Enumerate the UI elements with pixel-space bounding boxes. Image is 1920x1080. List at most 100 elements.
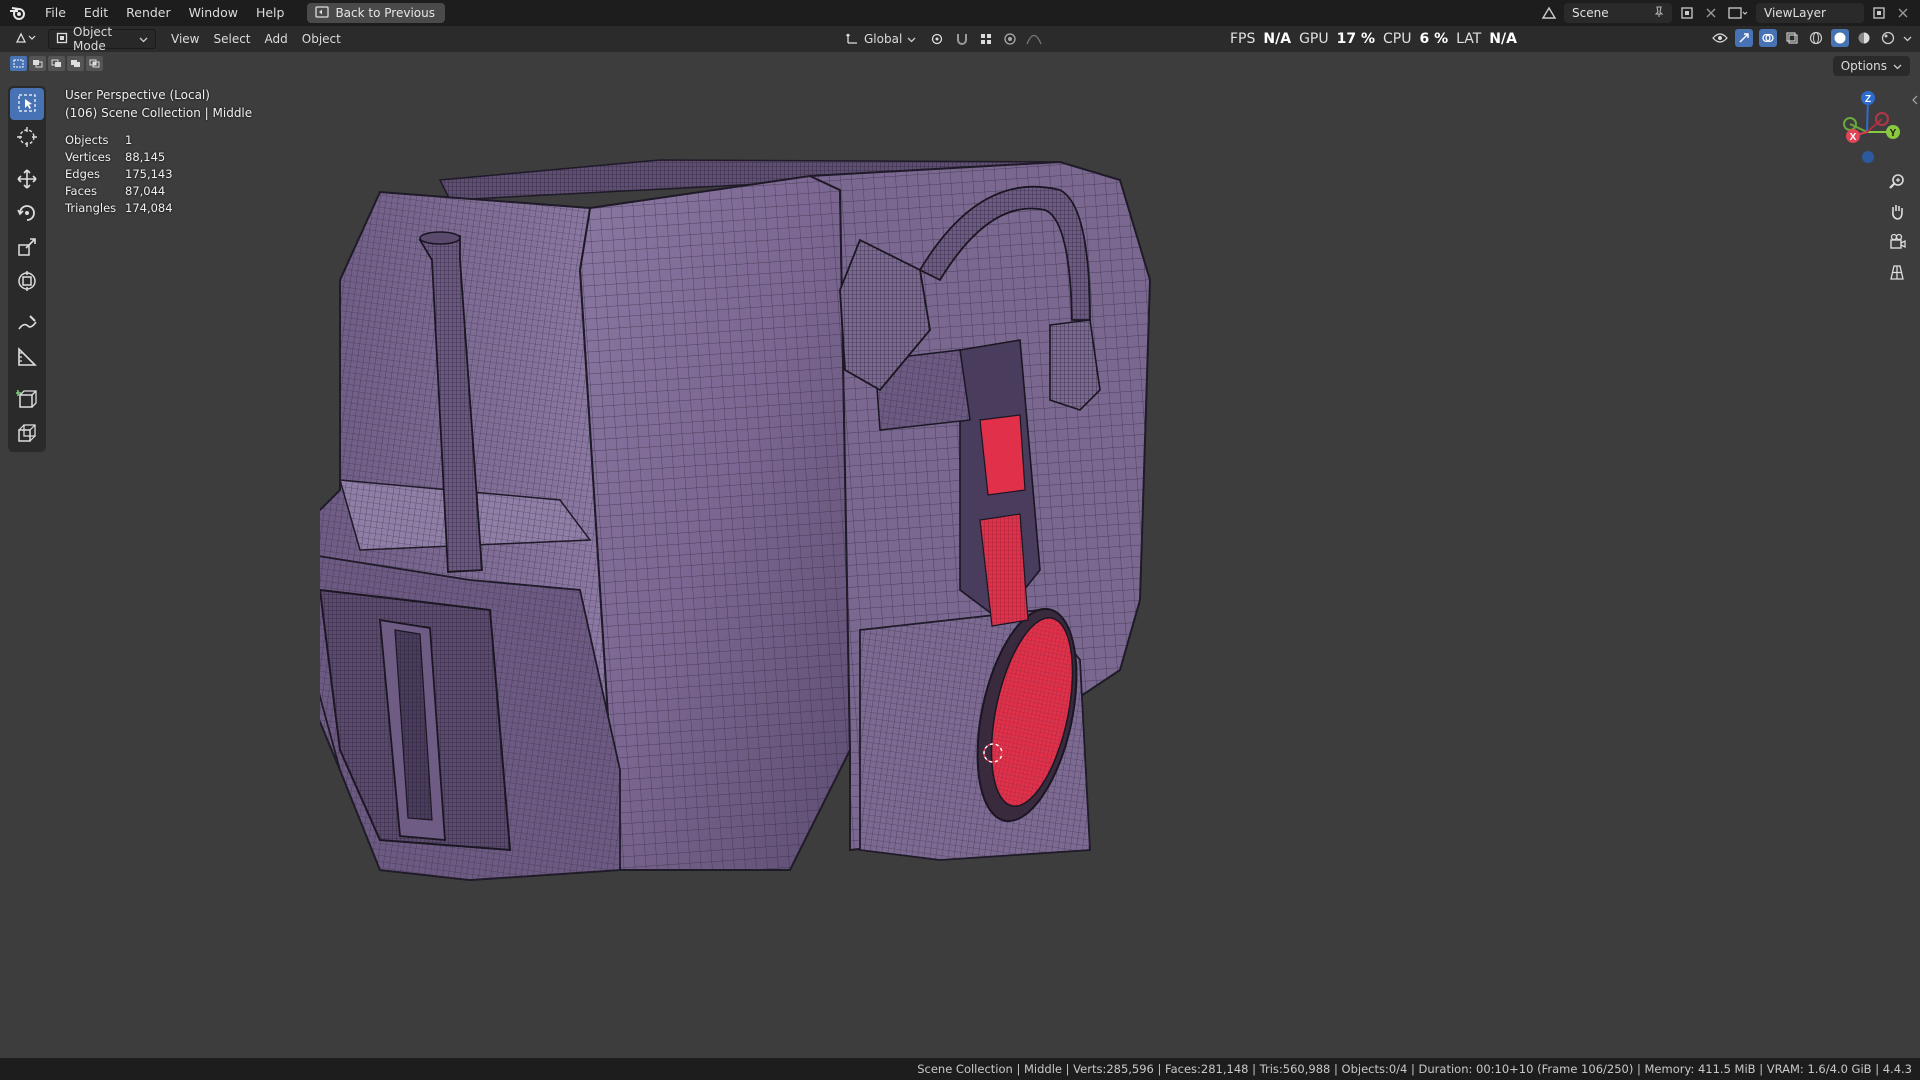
solid-shading-icon[interactable] (1831, 29, 1849, 47)
rendered-shading-icon[interactable] (1879, 29, 1897, 47)
gizmo-x-label: X (1850, 132, 1857, 143)
snap-magnet-icon[interactable] (953, 30, 971, 48)
scene-icon[interactable] (1540, 4, 1558, 22)
extrude-cube-icon (16, 422, 38, 447)
menu-window[interactable]: Window (180, 0, 247, 26)
menu-view[interactable]: View (164, 29, 206, 49)
camera-view-icon[interactable] (1884, 230, 1910, 254)
wireframe-shading-icon[interactable] (1807, 29, 1825, 47)
menu-select[interactable]: Select (206, 29, 257, 49)
stat-label: Edges (65, 167, 100, 181)
menu-render[interactable]: Render (117, 0, 180, 26)
editor-type-icon (15, 31, 37, 48)
fps-label: FPS (1230, 31, 1256, 47)
annotate-tool[interactable] (10, 308, 44, 340)
pivot-point-icon[interactable] (929, 30, 947, 48)
status-info: Scene Collection | Middle | Verts:285,59… (917, 1062, 1912, 1076)
snap-increment-icon[interactable] (977, 30, 995, 48)
menu-file[interactable]: File (36, 0, 75, 26)
navigation-gizmo[interactable]: Z Y X (1830, 84, 1910, 174)
gizmo-y-label: Y (1890, 128, 1897, 139)
stat-value: 1 (125, 133, 133, 147)
menu-edit[interactable]: Edit (75, 0, 117, 26)
transform-orientation-selector[interactable]: Global (838, 29, 923, 49)
toolbar-divider (10, 156, 44, 162)
select-subtract-icon[interactable] (48, 56, 65, 71)
chevron-down-icon (907, 32, 916, 46)
editor-type-button[interactable] (8, 29, 44, 49)
cpu-label: CPU (1383, 31, 1412, 47)
cursor-tool[interactable] (10, 122, 44, 154)
menu-help[interactable]: Help (247, 0, 294, 26)
viewport-navigation-buttons (1884, 170, 1910, 284)
transform-tool[interactable] (10, 266, 44, 298)
overlays-icon[interactable] (1759, 29, 1777, 47)
perspective-grid-icon[interactable] (1884, 260, 1910, 284)
top-menu-bar: File Edit Render Window Help Back to Pre… (0, 0, 1920, 26)
scale-tool[interactable] (10, 232, 44, 264)
mesh-object[interactable] (278, 150, 1340, 910)
options-dropdown[interactable]: Options (1832, 56, 1910, 76)
viewlayer-icon[interactable] (1726, 4, 1750, 22)
scene-statistics: Objects 1 Vertices 88,145 Edges 175,143 … (65, 132, 252, 217)
select-new-icon[interactable] (10, 56, 27, 71)
viewport-info-overlay: User Perspective (Local) (106) Scene Col… (65, 86, 252, 217)
chevron-down-icon (1893, 59, 1902, 73)
menu-object[interactable]: Object (295, 29, 348, 49)
gpu-label: GPU (1299, 31, 1329, 47)
gizmo-toggle-icon[interactable] (1735, 29, 1753, 47)
viewlayer-selector[interactable]: ViewLayer (1756, 3, 1864, 23)
add-cube-icon (15, 388, 38, 413)
stat-value: 87,044 (125, 184, 166, 198)
stat-value: 88,145 (125, 150, 166, 164)
viewport-header: Object Mode View Select Add Object Globa… (0, 25, 1920, 53)
extrude-tool[interactable] (10, 418, 44, 450)
stat-label: Objects (65, 133, 109, 147)
stat-label: Faces (65, 184, 97, 198)
lat-value: N/A (1489, 31, 1517, 47)
scene-name: Scene (1572, 6, 1609, 20)
move-icon (16, 168, 38, 193)
lat-label: LAT (1456, 31, 1482, 47)
add-cube-tool[interactable] (10, 384, 44, 416)
blender-logo-icon[interactable] (0, 0, 36, 26)
sidebar-toggle-chevron-icon[interactable] (1912, 94, 1918, 108)
menu-add[interactable]: Add (258, 29, 295, 49)
toolbar-divider (10, 300, 44, 306)
falloff-curve-icon[interactable] (1025, 30, 1043, 48)
delete-viewlayer-icon[interactable] (1894, 4, 1912, 22)
pin-icon[interactable] (1654, 6, 1664, 21)
gizmo-z-label: Z (1865, 94, 1871, 105)
orientation-icon (845, 31, 859, 48)
status-bar: Scene Collection | Middle | Verts:285,59… (0, 1058, 1920, 1080)
back-to-previous-label: Back to Previous (335, 6, 435, 20)
xray-toggle-icon[interactable] (1783, 29, 1801, 47)
mode-selector[interactable]: Object Mode (48, 25, 156, 53)
delete-scene-icon[interactable] (1702, 4, 1720, 22)
select-extend-icon[interactable] (29, 56, 46, 71)
material-shading-icon[interactable] (1855, 29, 1873, 47)
rotate-tool[interactable] (10, 198, 44, 230)
visibility-eye-icon[interactable] (1711, 29, 1729, 47)
select-invert-icon[interactable] (67, 56, 84, 71)
scene-selector[interactable]: Scene (1564, 3, 1672, 23)
collection-label: (106) Scene Collection | Middle (65, 106, 253, 120)
back-to-previous-button[interactable]: Back to Previous (307, 3, 445, 23)
viewlayer-name: ViewLayer (1764, 6, 1826, 20)
select-intersect-icon[interactable] (86, 56, 103, 71)
new-viewlayer-icon[interactable] (1870, 4, 1888, 22)
new-scene-icon[interactable] (1678, 4, 1696, 22)
chevron-down-icon[interactable] (1903, 31, 1912, 45)
selection-mode-buttons (10, 56, 103, 71)
measure-tool[interactable] (10, 342, 44, 374)
zoom-magnifier-icon[interactable] (1884, 170, 1910, 194)
top-right-selectors: Scene ViewLayer (1540, 0, 1920, 26)
move-tool[interactable] (10, 164, 44, 196)
annotate-pencil-icon (16, 312, 38, 337)
orientation-label: Global (864, 32, 903, 46)
object-mode-icon (56, 32, 68, 47)
transform-icon (16, 270, 38, 295)
select-box-tool[interactable] (10, 88, 44, 120)
pan-hand-icon[interactable] (1884, 200, 1910, 224)
proportional-edit-icon[interactable] (1001, 30, 1019, 48)
